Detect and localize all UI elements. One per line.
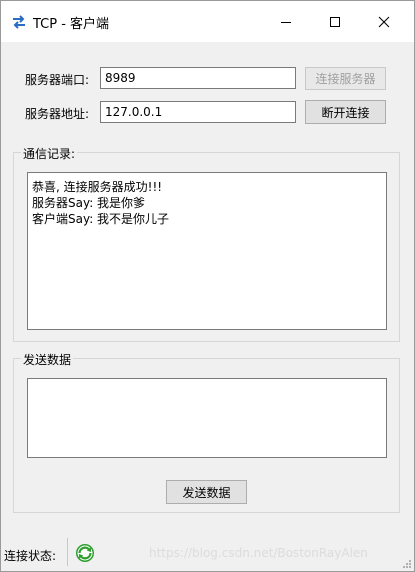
port-input[interactable]: 8989 [100,67,296,89]
connect-button[interactable]: 连接服务器 [305,67,386,90]
send-textarea[interactable] [27,378,387,458]
disconnect-button[interactable]: 断开连接 [305,100,386,124]
minimize-icon [281,21,291,23]
network-arrows-icon [13,15,25,29]
port-label: 服务器端口: [25,73,90,87]
log-legend: 通信记录: [21,145,78,162]
address-label: 服务器地址: [25,107,90,121]
log-line: 服务器Say: 我是你爹 [32,196,146,210]
send-legend: 发送数据 [21,351,74,368]
window-title: TCP - 客户端 [33,17,110,32]
address-input[interactable]: 127.0.0.1 [100,101,296,123]
close-icon [378,16,390,27]
watermark-text: https://blog.csdn.net/BostonRayAlen [149,546,368,560]
minimize-button[interactable] [263,1,309,42]
client-window: TCP - 客户端 服务器端口: 8989 连接服务器 服务器地址: 127.0… [0,0,415,572]
maximize-icon [330,16,340,27]
log-line: 客户端Say: 我不是你儿子 [32,212,170,226]
resize-grip-icon[interactable] [402,559,412,569]
title-bar[interactable]: TCP - 客户端 [1,1,414,42]
close-button[interactable] [361,1,407,42]
send-button[interactable]: 发送数据 [166,480,247,504]
log-line: 恭喜, 连接服务器成功!!! [32,180,163,194]
status-separator [67,538,68,566]
status-label: 连接状态: [4,549,57,563]
connected-refresh-icon [76,544,94,562]
maximize-button[interactable] [312,1,358,42]
log-textarea[interactable]: 恭喜, 连接服务器成功!!! 服务器Say: 我是你爹 客户端Say: 我不是你… [27,172,387,330]
